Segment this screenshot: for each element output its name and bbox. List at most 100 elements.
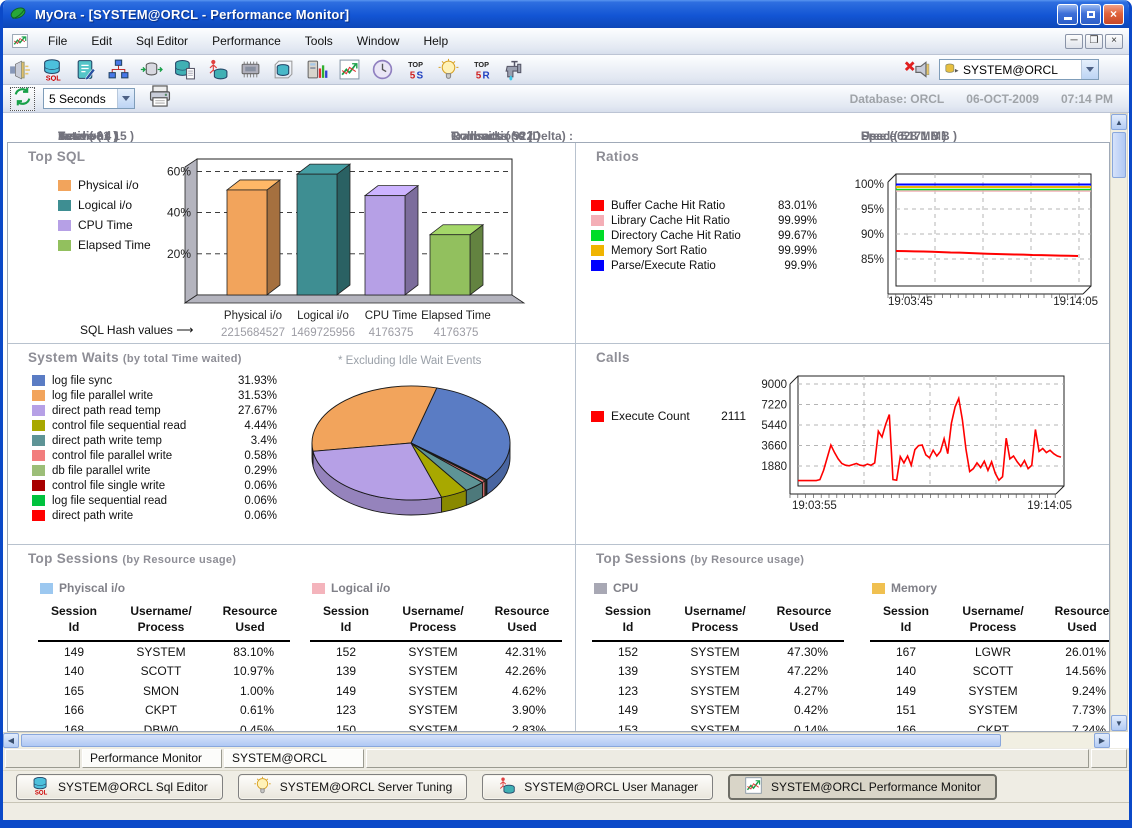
mdi-minimize-button[interactable]: ─: [1065, 34, 1083, 49]
database-date: 06-OCT-2009: [966, 92, 1039, 106]
horizontal-scroll-thumb[interactable]: [21, 734, 1001, 747]
legend-item: control file parallel write0.58%: [32, 448, 277, 463]
svg-text:TOP: TOP: [474, 60, 489, 69]
panel-system-waits: System Waits(by total Time waited) * Exc…: [8, 344, 576, 545]
menu-window[interactable]: Window: [345, 30, 412, 52]
editor-icon[interactable]: [72, 57, 99, 83]
taskbar-button-2[interactable]: SYSTEM@ORCL User Manager: [482, 774, 713, 800]
disconnect-icon[interactable]: [903, 57, 930, 83]
menu-file[interactable]: File: [36, 30, 79, 52]
mdi-restore-button[interactable]: ❒: [1085, 34, 1103, 49]
refresh-button[interactable]: [10, 87, 35, 111]
top-sessions-right-title: Top Sessions(by Resource usage): [596, 551, 804, 566]
server-stats-icon[interactable]: [303, 57, 330, 83]
table-row: 152SYSTEM47.30%: [592, 642, 844, 662]
minimize-button[interactable]: [1057, 4, 1078, 25]
legend-value: 0.29%: [227, 465, 277, 477]
cpu-table: CPUSession IdUsername/ ProcessResource U…: [592, 581, 844, 732]
svg-text:R: R: [483, 70, 490, 81]
legend-label: Library Cache Hit Ratio: [611, 215, 769, 227]
legend-value: 2111: [706, 409, 746, 423]
maximize-button[interactable]: [1080, 4, 1101, 25]
scroll-up-button[interactable]: ▲: [1111, 114, 1127, 130]
scroll-left-button[interactable]: ◀: [3, 733, 19, 748]
excluding-idle-note: * Excluding Idle Wait Events: [338, 355, 481, 367]
sql-editor-icon[interactable]: SQL: [39, 57, 66, 83]
taskbar-button-0[interactable]: SQLSYSTEM@ORCL Sql Editor: [16, 774, 223, 800]
performance-monitor-icon: [744, 776, 763, 798]
interval-dropdown-arrow-icon[interactable]: [117, 89, 134, 108]
table-row: 166CKPT7.24%: [870, 720, 1110, 732]
legend-item: direct path write temp3.4%: [32, 433, 277, 448]
table-row: 139SYSTEM47.22%: [592, 662, 844, 682]
legend-swatch: [32, 405, 45, 416]
legend-item: Memory Sort Ratio99.99%: [591, 243, 817, 258]
refresh-interval-select[interactable]: 5 Seconds: [43, 88, 135, 109]
toolbar-right: SYSTEM@ORCL: [900, 57, 1129, 83]
table-row: 123SYSTEM4.27%: [592, 681, 844, 701]
mdi-close-button[interactable]: ×: [1105, 34, 1123, 49]
legend-label: log file sequential read: [52, 495, 227, 507]
svg-text:SQL: SQL: [46, 73, 62, 81]
legend-item: direct path read temp27.67%: [32, 403, 277, 418]
menu-sql-editor[interactable]: Sql Editor: [124, 30, 200, 52]
taskbar-button-label: SYSTEM@ORCL Performance Monitor: [771, 780, 981, 794]
legend-swatch: [58, 240, 71, 251]
horizontal-scrollbar[interactable]: ◀ ▶: [3, 732, 1110, 748]
legend-label: Memory Sort Ratio: [611, 245, 769, 257]
panel-top-sql: Top SQL Physical i/o50.99%Logical i/o58.…: [8, 143, 576, 344]
physical-io-table: Phyiscal i/oSession IdUsername/ ProcessR…: [38, 581, 290, 732]
table-row: 123SYSTEM3.90%: [310, 701, 562, 721]
menu-performance[interactable]: Performance: [200, 30, 293, 52]
export-icon[interactable]: [138, 57, 165, 83]
svg-text:CPU Time: CPU Time: [365, 310, 417, 322]
tab-performance-monitor[interactable]: Performance Monitor: [82, 749, 222, 768]
menu-tools[interactable]: Tools: [293, 30, 345, 52]
taskbar-button-3[interactable]: SYSTEM@ORCL Performance Monitor: [728, 774, 997, 800]
legend-value: 0.06%: [227, 510, 277, 522]
vertical-scroll-thumb[interactable]: [1112, 132, 1126, 178]
kill-session-icon[interactable]: [501, 57, 528, 83]
database-info-icon[interactable]: [171, 57, 198, 83]
memory-icon[interactable]: [237, 57, 264, 83]
svg-text:3660: 3660: [761, 441, 787, 453]
user-manager-icon[interactable]: [204, 57, 231, 83]
connect-icon[interactable]: [6, 57, 33, 83]
top-sessions-left-title: Top Sessions(by Resource usage): [28, 551, 236, 566]
clock-icon[interactable]: [369, 57, 396, 83]
top-5-sql-icon[interactable]: TOP5S: [402, 57, 429, 83]
status-pane-empty-2: [366, 749, 1089, 768]
storage-icon[interactable]: [270, 57, 297, 83]
menu-edit[interactable]: Edit: [79, 30, 124, 52]
print-button[interactable]: [147, 87, 173, 111]
legend-label: Execute Count: [611, 409, 706, 423]
close-button[interactable]: ×: [1103, 4, 1124, 25]
tab-system-orcl[interactable]: SYSTEM@ORCL: [224, 749, 364, 768]
legend-swatch: [32, 495, 45, 506]
scroll-down-button[interactable]: ▼: [1111, 715, 1127, 731]
table-title: Phyiscal i/o: [40, 581, 290, 595]
connection-select[interactable]: SYSTEM@ORCL: [939, 59, 1099, 80]
legend-value: 4.44%: [227, 420, 277, 432]
legend-swatch: [58, 180, 71, 191]
menu-help[interactable]: Help: [411, 30, 460, 52]
stats-bar: Sessions :Total ( 31 )Active ( 4 )Inacti…: [3, 113, 1110, 142]
top-5-resources-icon[interactable]: TOP5R: [468, 57, 495, 83]
table-title: Logical i/o: [312, 581, 562, 595]
refresh-bar: 5 Seconds Database: ORCL 06-OCT-2009 07:…: [3, 85, 1129, 113]
tool-bar: SQL TOP5S TOP5R SYSTEM@ORCL: [3, 55, 1129, 85]
table-row: 140SCOTT14.56%: [870, 662, 1110, 682]
svg-text:4176375: 4176375: [369, 327, 414, 339]
tip-icon[interactable]: [435, 57, 462, 83]
vertical-scrollbar[interactable]: ▲ ▼: [1110, 113, 1128, 732]
scroll-right-button[interactable]: ▶: [1094, 733, 1110, 748]
menu-bar: File Edit Sql Editor Performance Tools W…: [3, 28, 1129, 55]
taskbar-button-label: SYSTEM@ORCL Server Tuning: [280, 780, 452, 794]
svg-text:95%: 95%: [861, 204, 884, 216]
schema-browser-icon[interactable]: [105, 57, 132, 83]
taskbar-button-1[interactable]: SYSTEM@ORCL Server Tuning: [238, 774, 467, 800]
legend-value: 31.93%: [227, 375, 277, 387]
performance-monitor-icon[interactable]: [336, 57, 363, 83]
connection-dropdown-arrow-icon[interactable]: [1081, 60, 1098, 79]
svg-text:2215684527: 2215684527: [221, 327, 285, 339]
